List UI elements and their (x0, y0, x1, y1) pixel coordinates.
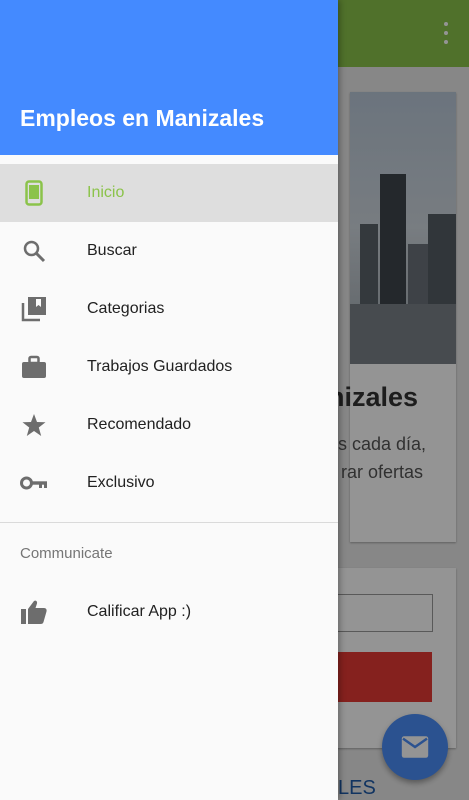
section-header: Communicate (20, 545, 113, 562)
menu-item-inicio[interactable]: Inicio (0, 164, 338, 222)
search-icon (20, 239, 48, 263)
menu-item-calificar-app[interactable]: Calificar App :) (0, 583, 338, 641)
menu-item-exclusivo[interactable]: Exclusivo (0, 454, 338, 512)
menu-item-categorias[interactable]: Categorias (0, 280, 338, 338)
menu-item-recomendado[interactable]: Recomendado (0, 396, 338, 454)
menu-item-label: Categorias (87, 300, 165, 317)
menu-item-label: Buscar (87, 242, 137, 259)
phone-icon (20, 180, 48, 206)
drawer-header: Empleos en Manizales (0, 0, 338, 155)
drawer-menu: Inicio Buscar Categorias Trabajos Guarda… (0, 164, 338, 512)
menu-item-label: Recomendado (87, 416, 192, 433)
menu-item-label: Trabajos Guardados (87, 358, 233, 375)
menu-item-label: Calificar App :) (87, 603, 192, 620)
key-icon (20, 471, 48, 495)
drawer-divider (0, 522, 338, 523)
menu-item-label: Inicio (87, 184, 125, 201)
menu-item-label: Exclusivo (87, 474, 155, 491)
thumbs-up-icon (20, 600, 48, 624)
drawer-title: Empleos en Manizales (20, 105, 265, 131)
briefcase-icon (20, 355, 48, 379)
star-icon (20, 413, 48, 437)
collections-icon (20, 297, 48, 322)
menu-item-trabajos-guardados[interactable]: Trabajos Guardados (0, 338, 338, 396)
navigation-drawer: Empleos en Manizales Inicio Buscar Categ… (0, 0, 338, 800)
menu-item-buscar[interactable]: Buscar (0, 222, 338, 280)
